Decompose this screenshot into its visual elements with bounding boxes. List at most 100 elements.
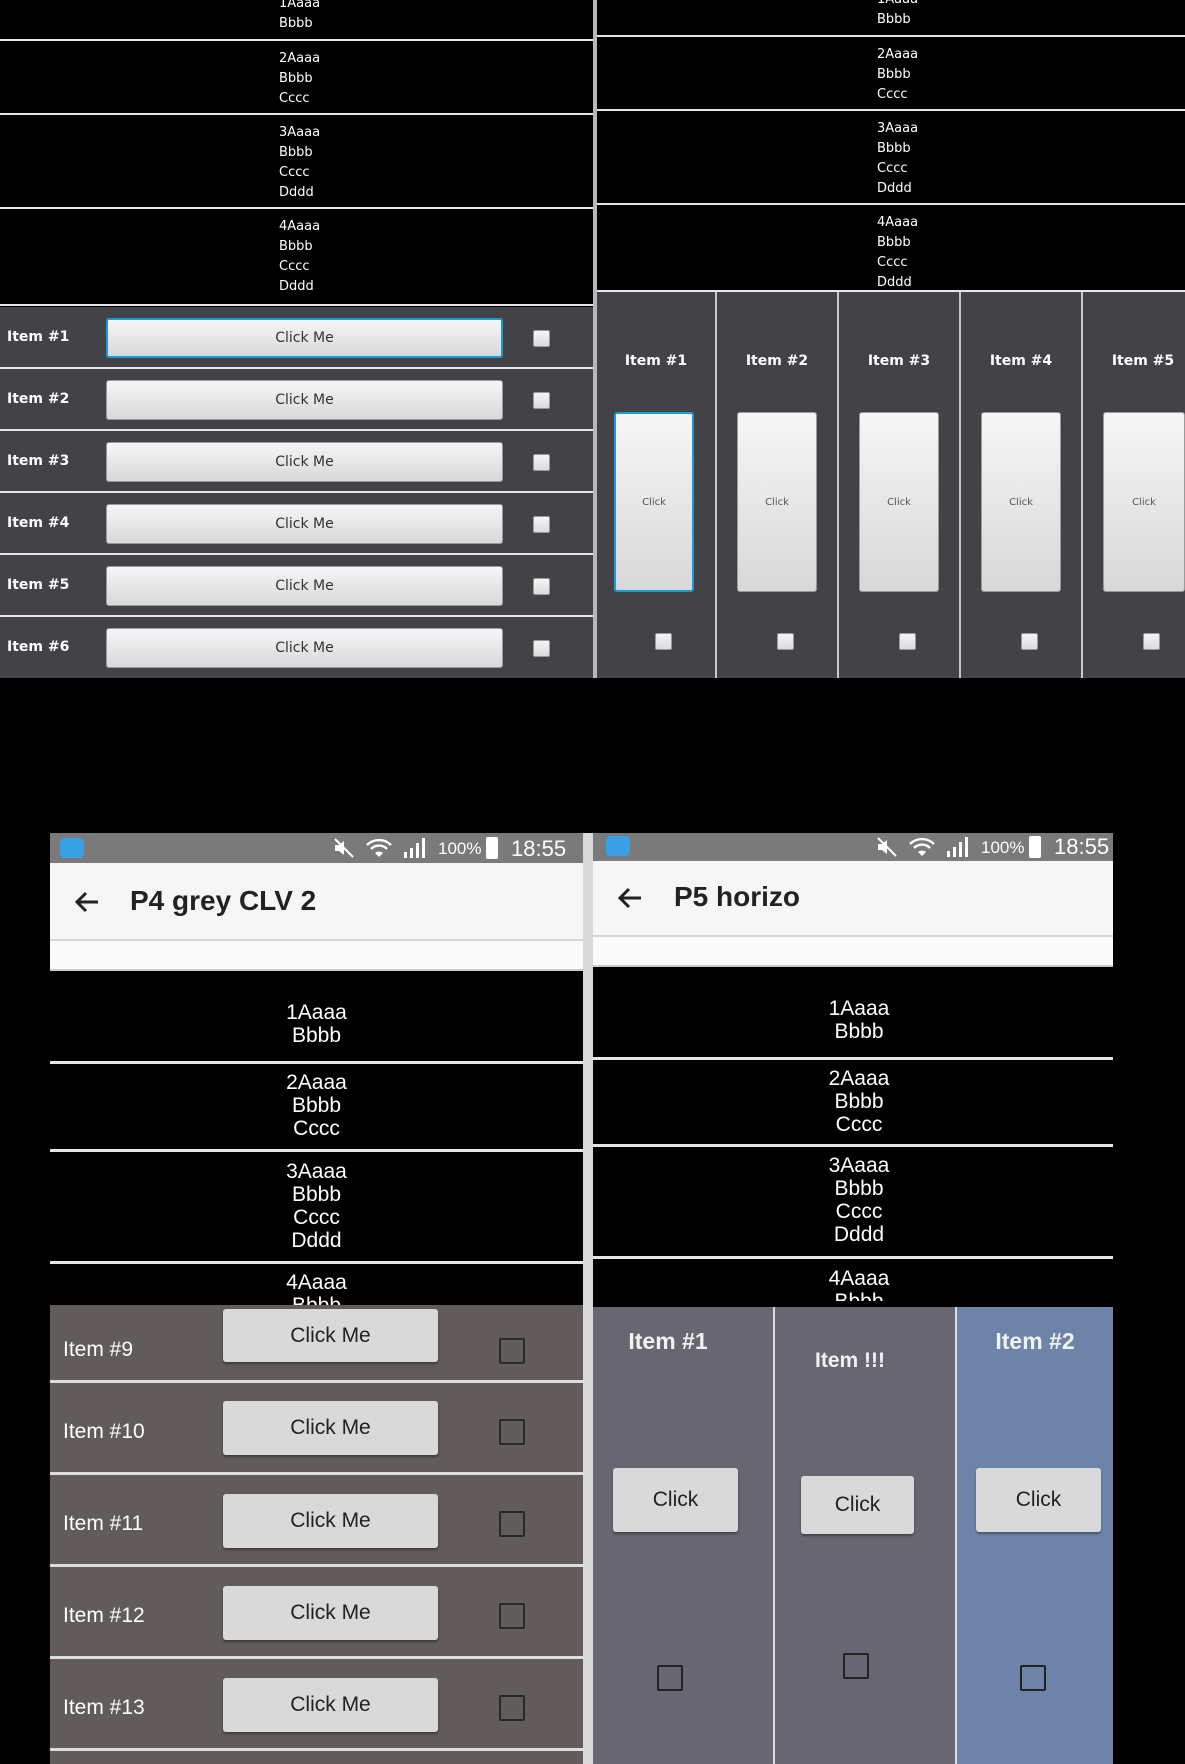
click-me-button[interactable]: Click Me xyxy=(106,566,503,606)
list-item: 4Aaaa Bbbb Cccc Dddd xyxy=(279,219,321,294)
app-folder-icon xyxy=(60,838,84,858)
column-label: Item #3 xyxy=(867,353,931,369)
status-bar: 100% 18:55 xyxy=(50,833,583,863)
column-label: Item #1 xyxy=(628,1328,708,1354)
row-label: Item #9 xyxy=(63,1338,134,1361)
list-item: 4Aaaa Bbbb xyxy=(286,1271,347,1305)
click-me-button[interactable]: Click Me xyxy=(106,318,503,358)
wifi-icon xyxy=(366,838,392,857)
click-me-button[interactable]: Click Me xyxy=(223,1586,438,1640)
list-item: 2Aaaa Bbbb Cccc xyxy=(279,51,321,106)
list-item: 3Aaaa Bbbb Cccc Dddd xyxy=(877,121,919,196)
list-item: 1Aaaa Bbbb xyxy=(286,1001,347,1047)
click-button[interactable]: Click xyxy=(614,412,694,592)
row-label: Item #12 xyxy=(63,1604,145,1627)
click-button[interactable]: Click xyxy=(976,1468,1101,1532)
list-item: 2Aaaa Bbbb Cccc xyxy=(286,1071,347,1140)
list-header-spacer xyxy=(593,937,1113,967)
click-button[interactable]: Click xyxy=(981,412,1061,592)
app-bar: P4 grey CLV 2 xyxy=(50,863,583,941)
row-label: Item #5 xyxy=(7,577,70,593)
column-label: Item #2 xyxy=(745,353,809,369)
row-checkbox[interactable] xyxy=(499,1511,525,1537)
status-bar: 100% 18:55 xyxy=(593,833,1113,861)
list-item: 2Aaaa Bbbb Cccc xyxy=(828,1067,890,1136)
click-me-button[interactable]: Click Me xyxy=(106,380,503,420)
row-label: Item #2 xyxy=(7,391,70,407)
top-left-panel: 1Aaaa Bbbb 2Aaaa Bbbb Cccc 3Aaaa Bbbb Cc… xyxy=(0,0,593,678)
click-button[interactable]: Click xyxy=(859,412,939,592)
row-checkbox[interactable] xyxy=(499,1695,525,1721)
click-me-button[interactable]: Click Me xyxy=(223,1678,438,1732)
list-header-spacer xyxy=(50,941,583,971)
phone-divider xyxy=(583,833,593,1764)
row-checkbox[interactable] xyxy=(499,1419,525,1445)
column-cell xyxy=(593,1307,773,1764)
list-item: 4Aaaa Bbbb xyxy=(828,1267,890,1301)
back-arrow-icon[interactable] xyxy=(615,883,645,913)
column-label: Item #1 xyxy=(624,353,688,369)
row-checkbox[interactable] xyxy=(533,454,550,471)
battery-icon xyxy=(1029,836,1041,858)
row-checkbox[interactable] xyxy=(533,578,550,595)
battery-percent: 100% xyxy=(981,838,1025,857)
mute-icon xyxy=(877,837,897,857)
row-checkbox[interactable] xyxy=(499,1603,525,1629)
column-checkbox[interactable] xyxy=(1021,633,1038,650)
row-checkbox[interactable] xyxy=(533,516,550,533)
list-item: 4Aaaa Bbbb Cccc Dddd xyxy=(877,215,919,290)
click-me-button[interactable]: Click Me xyxy=(106,628,503,668)
phone-left-screen: 100% 18:55 P4 grey CLV 2 1Aaaa Bbbb 2Aaa… xyxy=(50,833,583,1764)
column-checkbox[interactable] xyxy=(843,1653,869,1679)
list-item: 1Aaaa Bbbb xyxy=(828,997,890,1043)
list-item: 1Aaaa Bbbb xyxy=(877,0,918,27)
click-me-button[interactable]: Click Me xyxy=(223,1309,438,1362)
click-button[interactable]: Click xyxy=(801,1476,914,1534)
signal-icon xyxy=(947,837,968,857)
signal-icon xyxy=(404,838,425,858)
column-checkbox[interactable] xyxy=(1143,633,1160,650)
top-right-panel: 1Aaaa Bbbb 2Aaaa Bbbb Cccc 3Aaaa Bbbb Cc… xyxy=(597,0,1185,678)
column-checkbox[interactable] xyxy=(1020,1665,1046,1691)
mute-icon xyxy=(334,838,354,858)
list-item: 3Aaaa Bbbb Cccc Dddd xyxy=(828,1154,890,1246)
column-label: Item #2 xyxy=(995,1328,1075,1354)
app-bar: P5 horizo xyxy=(593,861,1113,937)
click-me-button[interactable]: Click Me xyxy=(223,1401,438,1455)
click-button[interactable]: Click xyxy=(613,1468,738,1532)
row-label: Item #11 xyxy=(63,1512,144,1535)
row-label: Item #6 xyxy=(7,639,70,655)
back-arrow-icon[interactable] xyxy=(72,887,102,917)
column-cell-selected xyxy=(957,1307,1113,1764)
battery-icon xyxy=(486,837,498,859)
row-checkbox[interactable] xyxy=(499,1338,525,1364)
page-title: P4 grey CLV 2 xyxy=(130,885,317,916)
row-label: Item #13 xyxy=(63,1696,145,1719)
click-button[interactable]: Click xyxy=(737,412,817,592)
column-checkbox[interactable] xyxy=(777,633,794,650)
click-me-button[interactable]: Click Me xyxy=(223,1494,438,1548)
click-me-button[interactable]: Click Me xyxy=(106,442,503,482)
wifi-icon xyxy=(909,837,935,856)
phone-right-screen: 100% 18:55 P5 horizo 1Aaaa Bbbb 2Aaaa Bb… xyxy=(593,833,1113,1764)
status-time: 18:55 xyxy=(1054,834,1110,859)
column-label: Item #5 xyxy=(1111,353,1175,369)
column-checkbox[interactable] xyxy=(899,633,916,650)
list-item: 1Aaaa Bbbb xyxy=(279,0,321,31)
app-folder-icon xyxy=(606,836,630,856)
click-me-button[interactable]: Click Me xyxy=(106,504,503,544)
column-cell xyxy=(775,1307,955,1764)
click-button[interactable]: Click xyxy=(1103,412,1185,592)
column-label: Item #4 xyxy=(989,353,1053,369)
row-label: Item #1 xyxy=(7,329,70,345)
row-checkbox[interactable] xyxy=(533,392,550,409)
list-item: 3Aaaa Bbbb Cccc Dddd xyxy=(279,125,321,200)
row-checkbox[interactable] xyxy=(533,640,550,657)
column-checkbox[interactable] xyxy=(655,633,672,650)
column-checkbox[interactable] xyxy=(657,1665,683,1691)
row-checkbox[interactable] xyxy=(533,330,550,347)
row-label: Item #3 xyxy=(7,453,70,469)
row-label: Item #10 xyxy=(63,1420,145,1443)
list-item: 2Aaaa Bbbb Cccc xyxy=(877,47,919,102)
row-label: Item #4 xyxy=(7,515,70,531)
